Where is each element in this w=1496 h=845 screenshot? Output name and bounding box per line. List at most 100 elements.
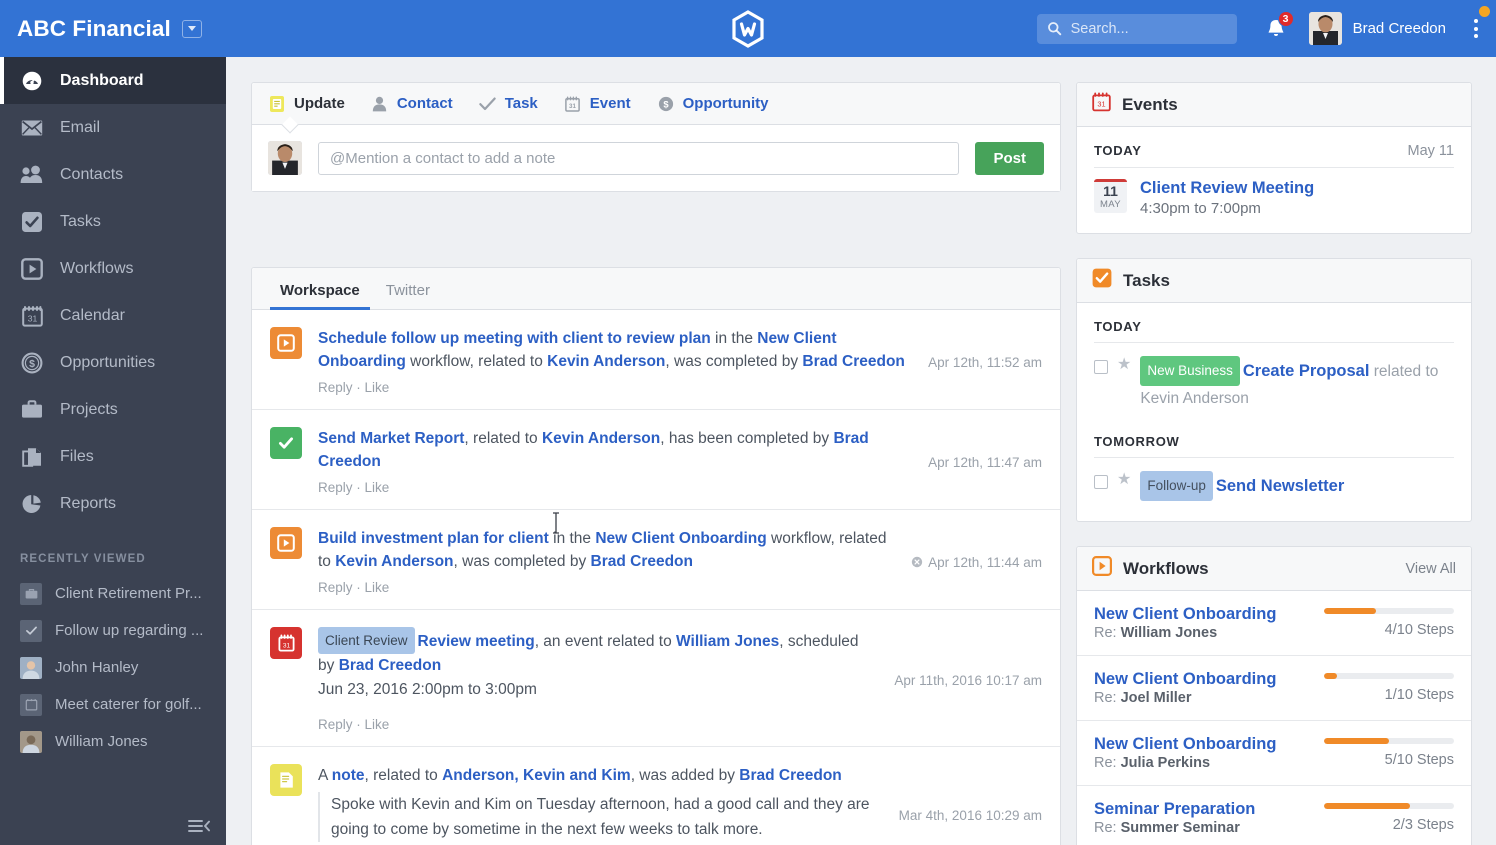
task-checkbox[interactable] [1094,475,1108,489]
workflow-relation: Re: Joel Miller [1094,690,1192,706]
feed-item-actions[interactable]: Reply · Like [318,380,912,395]
sidebar-item-email[interactable]: Email [0,104,226,151]
composer-tabs: Update Contact Task 31 Event $ Opportuni… [252,83,1060,134]
workflow-name[interactable]: New Client Onboarding [1094,670,1324,689]
post-button[interactable]: Post [975,141,1044,175]
sidebar-item-projects[interactable]: Projects [0,386,226,433]
like-link[interactable]: Like [365,380,390,395]
feed-item-actions[interactable]: Reply · Like [318,717,878,732]
task-checkbox[interactable] [1094,360,1108,374]
like-link[interactable]: Like [365,580,390,595]
task-list-item[interactable]: ★ Follow-up Send Newsletter [1077,458,1471,521]
workflow-name[interactable]: Seminar Preparation [1094,800,1324,819]
sidebar-item-label: Opportunities [60,353,156,371]
sidebar-item-files[interactable]: Files [0,433,226,480]
dollar-coin-icon: $ [657,95,675,113]
composer-tab-opportunity[interactable]: $ Opportunity [657,95,769,113]
calendar-icon: 31 [1092,92,1111,117]
events-section-header: TODAY May 11 [1077,127,1471,167]
composer-body: @Mention a contact to add a note Post [252,125,1060,191]
user-avatar [1308,12,1342,45]
recent-item-label: Client Retirement Pr... [55,585,202,602]
chevron-down-icon[interactable] [181,19,202,38]
feed-item-text: Client Review Review meeting, an event re… [318,627,878,677]
tab-workspace[interactable]: Workspace [270,282,370,310]
composer-tab-label: Opportunity [682,95,769,112]
feed-item[interactable]: 31 Client Review Review meeting, an event… [252,610,1060,747]
tasks-section-header: TOMORROW [1077,418,1471,457]
event-list-item[interactable]: 11 MAY Client Review Meeting 4:30pm to 7… [1077,168,1471,233]
sidebar-item-workflows[interactable]: Workflows [0,245,226,292]
task-name[interactable]: Create Proposal [1243,362,1370,380]
recent-item-client-retirement[interactable]: Client Retirement Pr... [0,575,226,612]
reply-link[interactable]: Reply [318,380,353,395]
kebab-menu-icon[interactable] [1468,15,1484,42]
user-avatar [268,141,302,175]
sidebar-item-tasks[interactable]: Tasks [0,198,226,245]
like-link[interactable]: Like [365,717,390,732]
sidebar-item-reports[interactable]: Reports [0,480,226,527]
composer-tab-contact[interactable]: Contact [371,95,453,113]
feed-item[interactable]: Schedule follow up meeting with client t… [252,310,1060,410]
workflow-name[interactable]: New Client Onboarding [1094,735,1324,754]
workflow-list-item[interactable]: Seminar Preparation Re: Summer Seminar 2… [1077,786,1471,845]
sidebar-item-calendar[interactable]: 31 Calendar [0,292,226,339]
star-icon[interactable]: ★ [1117,471,1131,489]
avatar[interactable] [1308,12,1342,45]
feed-item-body: Send Market Report, related to Kevin And… [318,427,912,495]
play-square-icon [1092,556,1112,581]
recent-item-meet-caterer[interactable]: Meet caterer for golf... [0,686,226,723]
mention-input[interactable]: @Mention a contact to add a note [318,141,960,175]
composer-tab-event[interactable]: 31 Event [564,95,631,113]
workflow-list-item[interactable]: New Client Onboarding Re: Joel Miller 1/… [1077,656,1471,721]
status-dot [1479,6,1490,17]
workflow-list-item[interactable]: New Client Onboarding Re: William Jones … [1077,591,1471,656]
check-icon [479,95,497,113]
reply-link[interactable]: Reply [318,580,353,595]
workflow-progress: 1/10 Steps [1324,673,1454,703]
feed-item-actions[interactable]: Reply · Like [318,480,912,495]
sidebar-item-contacts[interactable]: Contacts [0,151,226,198]
collapse-sidebar-icon[interactable] [188,818,210,839]
composer-tab-update[interactable]: Update [268,95,345,113]
reply-link[interactable]: Reply [318,480,353,495]
sidebar-item-dashboard[interactable]: Dashboard [0,57,226,104]
note-doc-icon [270,764,302,796]
recent-item-william-jones[interactable]: William Jones [0,723,226,760]
composer-tab-task[interactable]: Task [479,95,538,113]
task-name[interactable]: Send Newsletter [1216,477,1344,495]
event-title[interactable]: Client Review Meeting [1140,179,1314,198]
person-icon [371,95,389,113]
workflow-progress: 4/10 Steps [1324,608,1454,638]
reply-link[interactable]: Reply [318,717,353,732]
task-list-item[interactable]: ★ New Business Create Proposal related to… [1077,343,1471,418]
briefcase-icon [20,582,42,605]
recent-item-follow-up[interactable]: Follow up regarding ... [0,612,226,649]
task-text: Follow-up Send Newsletter [1140,471,1344,501]
workflow-name[interactable]: New Client Onboarding [1094,605,1324,624]
notifications-button[interactable]: 3 [1259,10,1294,46]
right-rail: 31 Events TODAY May 11 11 MAY Client Rev… [1076,82,1472,845]
feed-item[interactable]: A note, related to Anderson, Kevin and K… [252,747,1060,845]
calendar-icon: 31 [20,304,44,328]
workflow-info: New Client Onboarding Re: Julia Perkins [1094,735,1324,771]
feed-item[interactable]: Build investment plan for client in the … [252,510,1060,610]
section-label: TODAY [1094,319,1142,334]
search-input[interactable]: Search... [1036,13,1237,44]
feed-item-actions[interactable]: Reply · Like [318,580,895,595]
user-name[interactable]: Brad Creedon [1353,20,1446,37]
sidebar-item-opportunities[interactable]: $ Opportunities [0,339,226,386]
brand-name: ABC Financial [17,15,171,41]
update-composer: Update Contact Task 31 Event $ Opportuni… [251,82,1061,192]
workflow-list-item[interactable]: New Client Onboarding Re: Julia Perkins … [1077,721,1471,786]
workflow-relation: Re: William Jones [1094,625,1218,641]
calendar-date-badge: 11 MAY [1094,179,1127,213]
brand-block[interactable]: ABC Financial [0,0,226,57]
workflow-steps: 2/3 Steps [1392,817,1454,833]
feed-item[interactable]: Send Market Report, related to Kevin And… [252,410,1060,510]
recent-item-john-hanley[interactable]: John Hanley [0,649,226,686]
tab-twitter[interactable]: Twitter [376,282,440,309]
like-link[interactable]: Like [365,480,390,495]
star-icon[interactable]: ★ [1117,356,1131,374]
view-all-link[interactable]: View All [1405,561,1456,577]
